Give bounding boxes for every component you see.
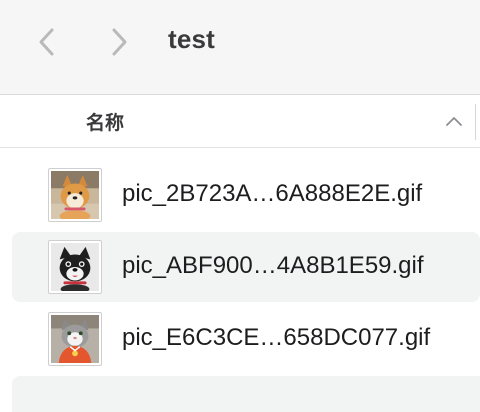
window-toolbar: test	[0, 0, 480, 95]
forward-button[interactable]	[100, 22, 140, 62]
file-row[interactable]: pic_ABF900…4A8B1E59.gif	[12, 232, 480, 302]
file-name: pic_ABF900…4A8B1E59.gif	[122, 252, 424, 279]
cat-orange-outfit-thumbnail	[48, 312, 102, 366]
chevron-up-icon	[446, 117, 462, 126]
sort-button[interactable]	[443, 110, 465, 132]
window-title: test	[168, 24, 216, 54]
chevron-left-icon	[39, 28, 54, 56]
column-divider[interactable]	[475, 104, 476, 140]
column-header: 名称	[0, 96, 480, 148]
back-button[interactable]	[28, 22, 68, 62]
file-name: pic_E6C3CE…658DC077.gif	[122, 324, 431, 351]
file-name: pic_2B723A…6A888E2E.gif	[122, 180, 423, 207]
black-dog-thumbnail	[48, 240, 102, 294]
file-row[interactable]: pic_E6C3CE…658DC077.gif	[12, 304, 480, 374]
name-column-header[interactable]: 名称	[86, 108, 124, 135]
chevron-right-icon	[112, 28, 127, 56]
empty-list-row	[12, 376, 480, 412]
file-row[interactable]: pic_2B723A…6A888E2E.gif	[12, 160, 480, 230]
shiba-dog-thumbnail	[48, 168, 102, 222]
